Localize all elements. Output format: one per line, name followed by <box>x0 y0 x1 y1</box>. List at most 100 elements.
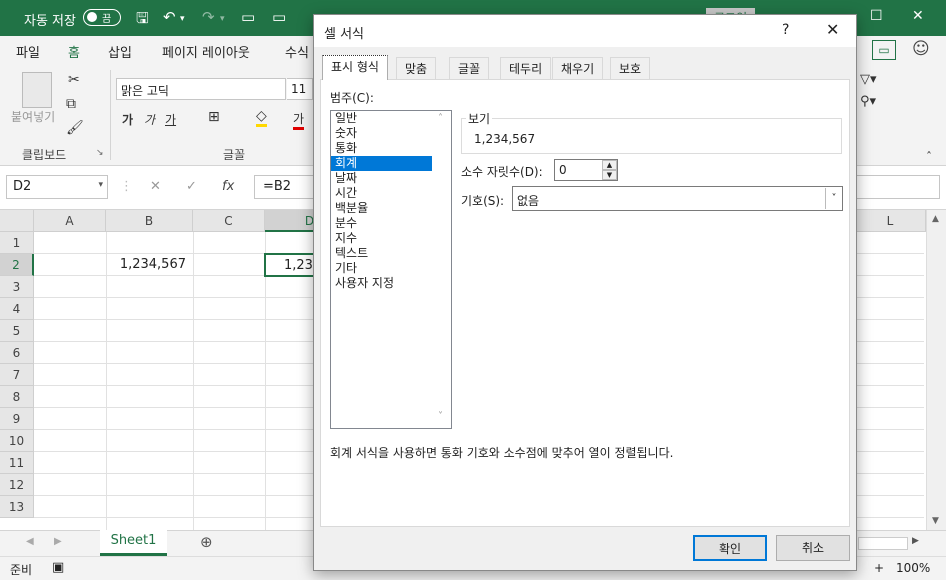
increment-icon[interactable]: ▲ <box>602 160 617 170</box>
row-header[interactable]: 8 <box>0 386 34 408</box>
sheet-tab-sheet1[interactable]: Sheet1 <box>100 530 167 556</box>
ok-button[interactable]: 확인 <box>693 535 767 561</box>
zoom-level[interactable]: 100% <box>896 561 930 575</box>
cut-icon[interactable]: ✂ <box>68 72 80 88</box>
list-item[interactable]: 기타 <box>331 261 451 276</box>
list-item[interactable]: 분수 <box>331 216 451 231</box>
row-header[interactable]: 11 <box>0 452 34 474</box>
macro-record-icon[interactable]: ▣ <box>52 560 64 575</box>
list-item[interactable]: 지수 <box>331 231 451 246</box>
tab-file[interactable]: 파일 <box>16 42 40 61</box>
autosave-toggle[interactable]: 끔 <box>83 9 121 26</box>
list-item[interactable]: 통화 <box>331 141 451 156</box>
category-list[interactable]: 일반 숫자 통화 회계 날짜 시간 백분율 분수 지수 텍스트 기타 사용자 지… <box>330 110 452 429</box>
font-size-select[interactable]: 11 <box>287 78 313 100</box>
row-header[interactable]: 9 <box>0 408 34 430</box>
list-item[interactable]: 사용자 지정 <box>331 276 451 291</box>
list-scrollbar[interactable]: ˄ ˅ <box>434 111 451 428</box>
column-header-c[interactable]: C <box>193 210 265 232</box>
row-header[interactable]: 13 <box>0 496 34 518</box>
paste-icon[interactable] <box>22 72 52 108</box>
prev-sheet-icon[interactable]: ◀ <box>26 536 34 547</box>
font-color-button[interactable]: 가 <box>293 110 305 130</box>
row-header[interactable]: 2 <box>0 254 34 276</box>
list-item[interactable]: 날짜 <box>331 171 451 186</box>
redo-icon[interactable]: ↷ <box>202 8 215 26</box>
new-file-icon[interactable]: ▭ <box>241 8 255 26</box>
row-header[interactable]: 3 <box>0 276 34 298</box>
selected-cell-d2[interactable]: 1,234 <box>264 253 321 277</box>
add-sheet-icon[interactable]: ⊕ <box>200 533 213 551</box>
open-file-icon[interactable]: ▭ <box>272 8 286 26</box>
list-item[interactable]: 일반 <box>331 111 451 126</box>
help-button[interactable]: ? <box>782 22 789 38</box>
row-header[interactable]: 12 <box>0 474 34 496</box>
list-item[interactable]: 시간 <box>331 186 451 201</box>
collapse-ribbon-icon[interactable]: ˆ <box>926 150 932 164</box>
fill-color-icon[interactable]: ◇ <box>256 108 267 127</box>
cell-b2[interactable]: 1,234,567 <box>106 254 186 276</box>
tab-formulas[interactable]: 수식 <box>285 42 309 61</box>
undo-icon[interactable]: ↶ <box>163 8 176 26</box>
underline-button[interactable]: 가 <box>165 111 176 128</box>
vertical-scrollbar[interactable]: ▲ ▼ <box>926 210 946 530</box>
name-box[interactable]: D2 ▾ <box>6 175 108 199</box>
enter-icon[interactable]: ✓ <box>186 179 197 194</box>
copy-icon[interactable]: ⧉ <box>66 96 76 112</box>
find-icon[interactable]: ⚲▾ <box>860 94 876 109</box>
select-all-corner[interactable] <box>0 210 34 232</box>
chevron-down-icon[interactable]: ˅ <box>438 411 443 422</box>
redo-dropdown-icon[interactable]: ▾ <box>220 14 225 24</box>
tab-font[interactable]: 글꼴 <box>449 57 490 79</box>
sum-icon[interactable]: ▽▾ <box>860 72 877 87</box>
cancel-icon[interactable]: ✕ <box>150 179 161 194</box>
symbol-select[interactable]: 없음 ˅ <box>512 186 843 211</box>
insert-function-button[interactable]: fx <box>222 179 234 194</box>
save-icon[interactable]: 🖫 <box>136 8 149 33</box>
dialog-launcher-icon[interactable]: ↘ <box>96 148 104 158</box>
column-header-a[interactable]: A <box>34 210 106 232</box>
list-item[interactable]: 텍스트 <box>331 246 451 261</box>
restore-icon[interactable]: ☐ <box>870 8 883 24</box>
comment-icon[interactable]: ▭ <box>872 40 896 60</box>
row-header[interactable]: 6 <box>0 342 34 364</box>
list-item-selected[interactable]: 회계 <box>331 156 432 171</box>
scroll-down-icon[interactable]: ▼ <box>932 516 939 526</box>
next-sheet-icon[interactable]: ▶ <box>54 536 62 547</box>
smiley-icon[interactable]: ☺ <box>912 39 930 59</box>
chevron-down-icon[interactable]: ˅ <box>825 188 842 209</box>
tab-number[interactable]: 표시 형식 <box>322 55 388 80</box>
border-icon[interactable]: ⊞ <box>208 109 220 125</box>
format-painter-icon[interactable]: 🖌 <box>66 120 84 136</box>
font-name-select[interactable]: 맑은 고딕 <box>116 78 286 100</box>
decrement-icon[interactable]: ▼ <box>602 170 617 180</box>
chevron-down-icon[interactable]: ▾ <box>98 180 103 190</box>
list-item[interactable]: 숫자 <box>331 126 451 141</box>
tab-fill[interactable]: 채우기 <box>552 57 604 79</box>
column-header-b[interactable]: B <box>106 210 193 232</box>
tab-border[interactable]: 테두리 <box>500 57 552 79</box>
paste-button-label[interactable]: 붙여넣기 <box>11 108 55 125</box>
row-header[interactable]: 10 <box>0 430 34 452</box>
close-window-icon[interactable]: ✕ <box>912 8 924 24</box>
column-header-l[interactable]: L <box>855 210 926 232</box>
undo-dropdown-icon[interactable]: ▾ <box>180 14 185 24</box>
chevron-up-icon[interactable]: ˄ <box>438 113 443 124</box>
tab-insert[interactable]: 삽입 <box>108 42 132 61</box>
tab-page-layout[interactable]: 페이지 레이아웃 <box>162 42 250 61</box>
scroll-up-icon[interactable]: ▲ <box>932 214 939 224</box>
row-header[interactable]: 5 <box>0 320 34 342</box>
zoom-slider[interactable]: + <box>874 561 884 575</box>
tab-protection[interactable]: 보호 <box>610 57 651 79</box>
horizontal-scrollbar[interactable] <box>858 537 908 550</box>
row-header[interactable]: 4 <box>0 298 34 320</box>
decimal-places-stepper[interactable]: 0 ▲ ▼ <box>554 159 618 181</box>
scroll-right-icon[interactable]: ▶ <box>912 536 919 546</box>
row-header[interactable]: 7 <box>0 364 34 386</box>
tab-alignment[interactable]: 맞춤 <box>396 57 437 79</box>
bold-button[interactable]: 가 <box>122 111 133 128</box>
list-item[interactable]: 백분율 <box>331 201 451 216</box>
cancel-button[interactable]: 취소 <box>776 535 850 561</box>
row-header[interactable]: 1 <box>0 232 34 254</box>
italic-button[interactable]: 가 <box>144 111 155 128</box>
